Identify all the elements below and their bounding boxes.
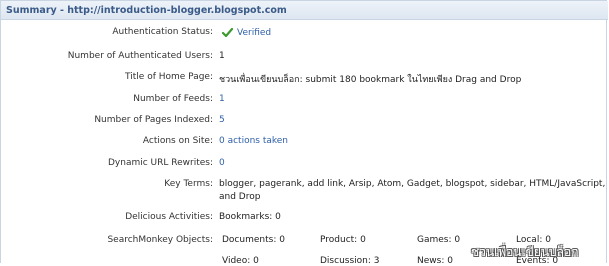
searchmonkey-news: News: 0	[417, 256, 453, 266]
watermark-text: ชวนเพื่อนเขียนบล็อก	[471, 245, 579, 259]
key-terms-line-1: blogger, pagerank, add link, Arsip, Atom…	[219, 179, 609, 189]
searchmonkey-documents: Documents: 0	[222, 235, 285, 245]
dynamic-url-rewrites-link[interactable]: 0	[219, 158, 225, 168]
dynamic-url-rewrites-label: Dynamic URL Rewrites:	[107, 158, 213, 168]
feeds-label: Number of Feeds:	[133, 94, 213, 104]
delicious-activities-label: Delicious Activities:	[125, 212, 213, 222]
verified-link[interactable]: Verified	[237, 28, 271, 38]
actions-taken-link[interactable]: 0 actions taken	[219, 136, 288, 146]
summary-panel: Summary - http://introduction-blogger.bl…	[0, 0, 608, 263]
panel-header: Summary - http://introduction-blogger.bl…	[1, 1, 608, 20]
panel-title: Summary - http://introduction-blogger.bl…	[6, 5, 287, 16]
delicious-bookmarks-value: Bookmarks: 0	[219, 212, 281, 222]
searchmonkey-video: Video: 0	[222, 256, 259, 266]
feeds-link[interactable]: 1	[219, 94, 225, 104]
authenticated-users-value: 1	[219, 51, 225, 61]
home-page-title-value: ชวนเพื่อนเขียนบล็อก: submit 180 bookmark…	[219, 75, 522, 85]
key-terms-label: Key Terms:	[164, 179, 213, 189]
actions-on-site-label: Actions on Site:	[142, 136, 213, 146]
home-page-title-label: Title of Home Page:	[125, 72, 213, 82]
key-terms-line-2: and Drop	[219, 192, 261, 202]
searchmonkey-games: Games: 0	[417, 235, 461, 245]
searchmonkey-discussion: Discussion: 3	[320, 256, 380, 266]
auth-status-label: Authentication Status:	[112, 27, 213, 37]
searchmonkey-objects-label: SearchMonkey Objects:	[107, 235, 213, 245]
authenticated-users-label: Number of Authenticated Users:	[67, 51, 213, 61]
searchmonkey-product: Product: 0	[320, 235, 366, 245]
verified-check-icon	[222, 27, 233, 38]
pages-indexed-label: Number of Pages Indexed:	[94, 115, 213, 125]
pages-indexed-link[interactable]: 5	[219, 115, 225, 125]
